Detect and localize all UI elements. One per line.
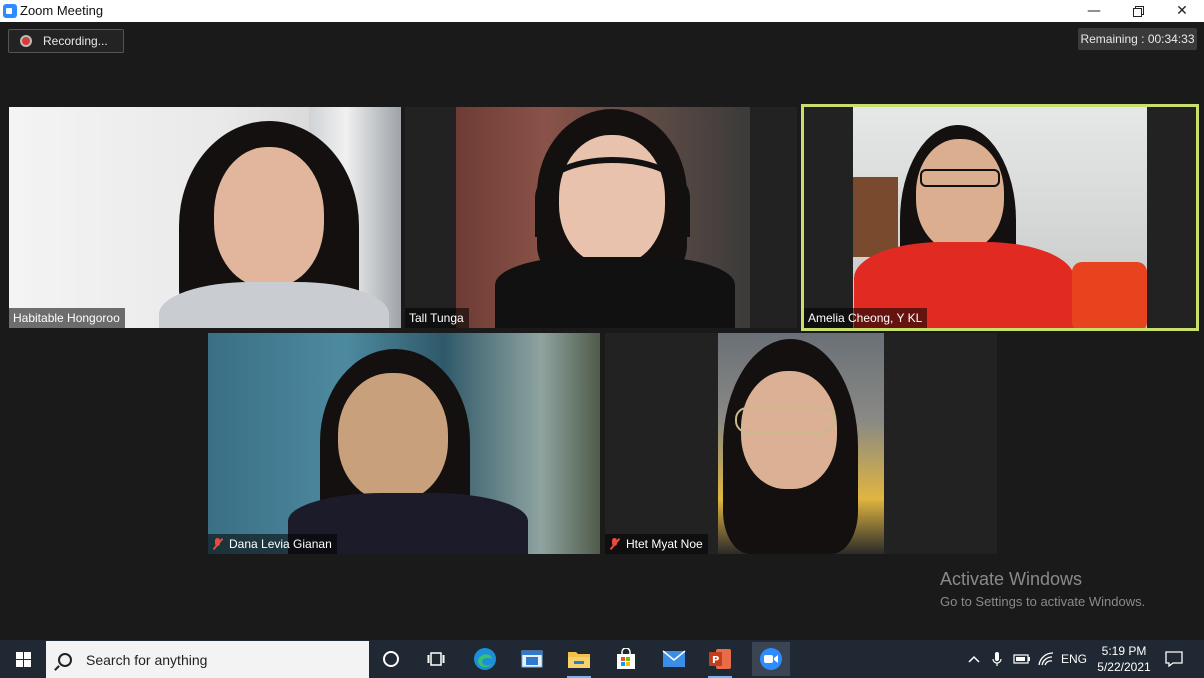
language-indicator[interactable]: ENG [1061,640,1087,678]
zoom-icon[interactable] [752,642,790,676]
powerpoint-icon[interactable]: P [705,645,735,678]
glasses-icon [735,407,835,433]
participant-name: Htet Myat Noe [605,534,708,554]
restore-icon [1132,5,1144,17]
clock-date: 5/22/2021 [1097,660,1151,674]
battery-icon[interactable] [1013,640,1031,678]
participant-video-tile[interactable]: Tall Tunga [405,107,797,328]
door [853,177,898,257]
cortana-icon[interactable] [376,645,406,673]
windows-logo-icon [15,651,31,667]
store-icon[interactable] [611,645,641,673]
search-icon [58,652,72,667]
participant-video-tile[interactable]: Habitable Hongoroo [9,107,401,328]
participant-name: Amelia Cheong, Y KL [804,308,928,328]
taskbar-clock[interactable]: 5:19 PM 5/22/2021 [1092,643,1156,675]
recording-label: Recording... [43,34,108,48]
window-app-icon[interactable] [517,645,547,673]
participant-video-tile[interactable]: Dana Levia Gianan [208,333,600,554]
participant-name: Tall Tunga [405,308,469,328]
restore-button[interactable] [1116,0,1160,22]
muted-mic-icon [212,538,224,550]
clock-time: 5:19 PM [1101,644,1147,658]
remaining-time: Remaining : 00:34:33 [1078,28,1197,50]
minimize-button[interactable]: — [1072,0,1116,22]
notifications-icon[interactable] [1165,640,1183,678]
meeting-area: Recording... Remaining : 00:34:33 Habita… [0,22,1204,640]
taskbar-search-box[interactable]: Search for anything [46,641,369,678]
show-hidden-icons-button[interactable] [968,640,980,678]
headphones-icon [535,157,690,237]
participant-name: Dana Levia Gianan [208,534,337,554]
activate-windows-watermark: Activate Windows Go to Settings to activ… [940,569,1146,609]
record-icon [20,35,32,47]
glasses-icon [920,169,1000,187]
window-title: Zoom Meeting [20,3,104,18]
edge-icon[interactable] [470,645,500,673]
wifi-icon[interactable] [1038,640,1054,678]
muted-mic-icon [609,538,621,550]
start-button[interactable] [0,640,46,678]
participant-name: Habitable Hongoroo [9,308,125,328]
taskbar: Search for anything P ENG 5:19 PM 5/22/2… [0,640,1204,678]
mail-icon[interactable] [659,645,689,673]
chevron-up-icon [968,655,980,663]
recording-indicator[interactable]: Recording... [8,29,124,53]
window-title-bar: Zoom Meeting — ✕ [0,0,1204,22]
microphone-icon[interactable] [992,640,1002,678]
active-speaker-video-tile[interactable]: Amelia Cheong, Y KL [801,104,1199,331]
task-view-icon[interactable] [421,645,451,673]
close-button[interactable]: ✕ [1160,0,1204,22]
search-placeholder: Search for anything [86,651,208,668]
file-explorer-icon[interactable] [564,645,594,678]
zoom-app-icon [3,4,17,18]
svg-text:P: P [712,655,719,666]
participant-video-tile[interactable]: Htet Myat Noe [605,333,997,554]
